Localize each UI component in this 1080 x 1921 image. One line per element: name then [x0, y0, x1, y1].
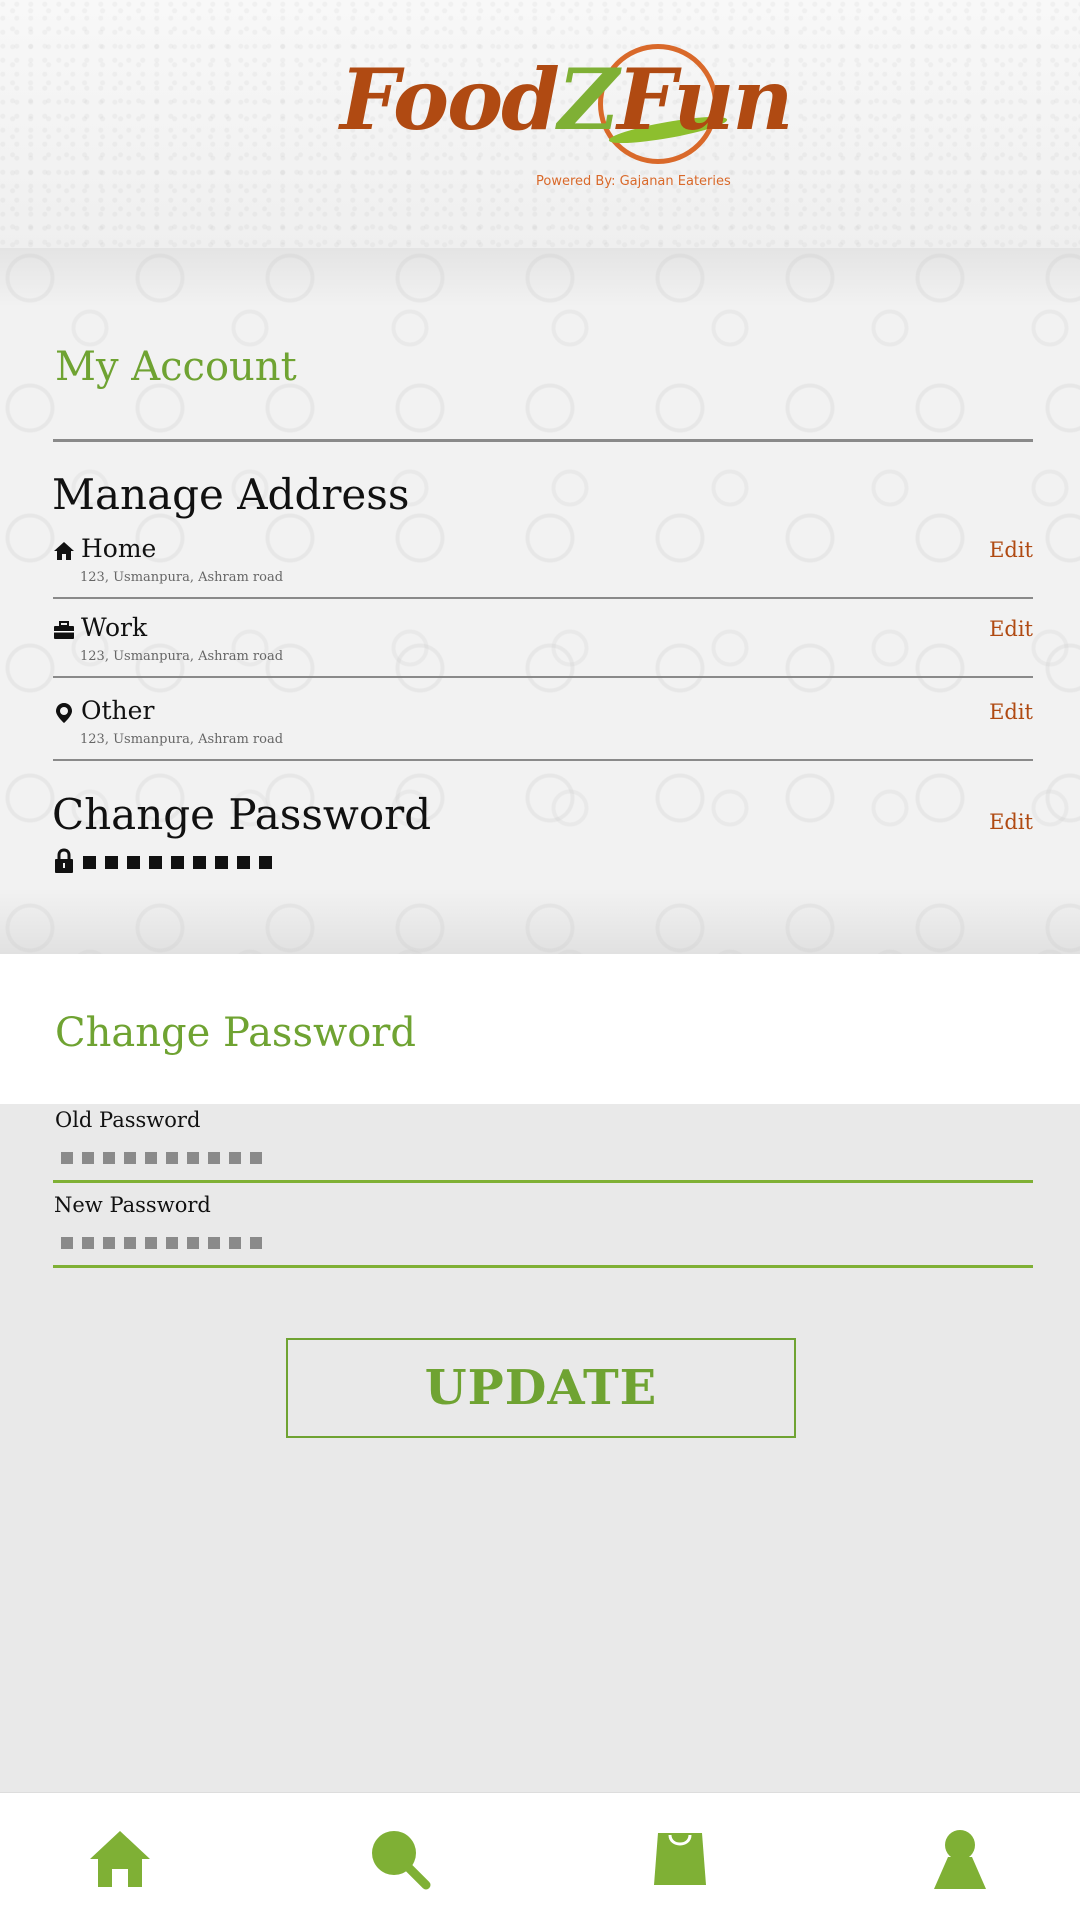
update-button[interactable]: UPDATE [286, 1338, 796, 1438]
mask-dot [215, 856, 228, 869]
new-password-mask [61, 1237, 262, 1249]
mask-dot [124, 1152, 136, 1164]
divider [53, 439, 1033, 442]
mask-dot [237, 856, 250, 869]
address-row-work: Work 123, Usmanpura, Ashram road Edit [53, 613, 1033, 673]
edit-work-address-link[interactable]: Edit [989, 617, 1033, 641]
address-row-home: Home 123, Usmanpura, Ashram road Edit [53, 534, 1033, 594]
old-password-label: Old Password [55, 1108, 201, 1132]
change-password-form-title: Change Password [55, 1010, 417, 1056]
mask-dot [193, 856, 206, 869]
divider [53, 676, 1033, 678]
divider [53, 759, 1033, 761]
mask-dot [187, 1152, 199, 1164]
address-label: Home [81, 534, 157, 563]
mask-dot [229, 1237, 241, 1249]
mask-dot [187, 1237, 199, 1249]
mask-dot [82, 1237, 94, 1249]
manage-address-title: Manage Address [52, 470, 410, 519]
address-text: 123, Usmanpura, Ashram road [80, 649, 284, 664]
mask-dot [145, 1237, 157, 1249]
mask-dot [250, 1237, 262, 1249]
edit-other-address-link[interactable]: Edit [989, 700, 1033, 724]
mask-dot [145, 1152, 157, 1164]
edit-home-address-link[interactable]: Edit [989, 538, 1033, 562]
address-text: 123, Usmanpura, Ashram road [80, 570, 284, 585]
address-label: Other [81, 696, 155, 725]
briefcase-icon [54, 621, 74, 639]
lock-icon [55, 848, 73, 873]
new-password-label: New Password [54, 1193, 211, 1217]
shopping-bag-icon[interactable] [648, 1827, 712, 1891]
divider [53, 597, 1033, 599]
mask-dot [61, 1152, 73, 1164]
old-password-field[interactable] [53, 1140, 1033, 1183]
change-password-form: Old Password New Password UPDATE [0, 1104, 1080, 1792]
map-pin-icon [56, 703, 72, 723]
mask-dot [171, 856, 184, 869]
mask-dot [105, 856, 118, 869]
new-password-field[interactable] [53, 1225, 1033, 1268]
password-mask [83, 856, 272, 869]
mask-dot [229, 1152, 241, 1164]
mask-dot [166, 1152, 178, 1164]
mask-dot [82, 1152, 94, 1164]
page-title: My Account [55, 344, 297, 390]
search-icon[interactable] [368, 1827, 432, 1891]
mask-dot [250, 1152, 262, 1164]
bottom-navigation [0, 1792, 1080, 1921]
home-icon [54, 542, 74, 560]
mask-dot [61, 1237, 73, 1249]
mask-dot [103, 1237, 115, 1249]
address-text: 123, Usmanpura, Ashram road [80, 732, 284, 747]
mask-dot [83, 856, 96, 869]
change-password-heading: Change Password [52, 790, 432, 839]
logo-tagline: Powered By: Gajanan Eateries [536, 174, 731, 189]
mask-dot [149, 856, 162, 869]
old-password-mask [61, 1152, 262, 1164]
address-label: Work [81, 613, 148, 642]
mask-dot [127, 856, 140, 869]
mask-dot [259, 856, 272, 869]
user-profile-icon[interactable] [928, 1827, 992, 1891]
logo-wordmark: FoodZFun [340, 50, 793, 149]
foodzfun-logo: FoodZFun Powered By: Gajanan Eateries [340, 40, 793, 200]
mask-dot [208, 1152, 220, 1164]
edit-password-link[interactable]: Edit [989, 810, 1033, 834]
mask-dot [166, 1237, 178, 1249]
mask-dot [208, 1237, 220, 1249]
app-header: FoodZFun Powered By: Gajanan Eateries [0, 0, 1080, 248]
account-section: My Account Manage Address Home 123, Usma… [0, 248, 1080, 954]
mask-dot [124, 1237, 136, 1249]
mask-dot [103, 1152, 115, 1164]
change-password-form-header: Change Password [0, 954, 1080, 1104]
address-row-other: Other 123, Usmanpura, Ashram road Edit [53, 696, 1033, 756]
home-icon[interactable] [88, 1827, 152, 1891]
